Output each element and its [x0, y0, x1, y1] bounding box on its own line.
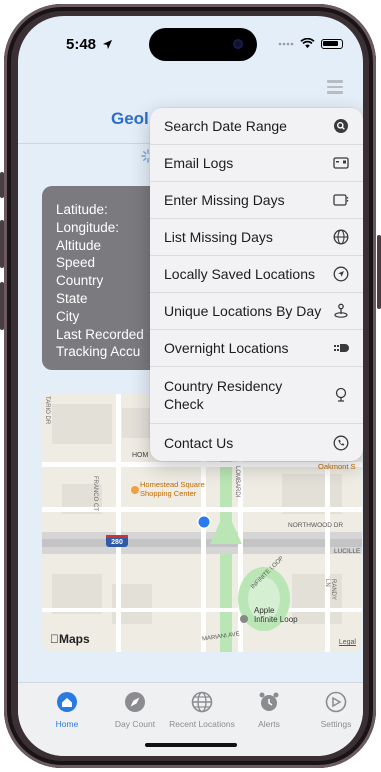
menu-item-list-missing-days[interactable]: List Missing Days: [150, 219, 363, 256]
menu-item-label: Overnight Locations: [164, 340, 289, 356]
calendar-icon: [333, 194, 349, 206]
tab-settings-label: Settings: [320, 719, 352, 729]
menu-item-locally-saved-locations[interactable]: Locally Saved Locations: [150, 256, 363, 293]
menu-item-label: Unique Locations By Day: [164, 303, 322, 319]
homestead-line2: Shopping Center: [140, 489, 197, 498]
tab-home[interactable]: Home: [32, 691, 102, 729]
interstate-shield-label: 280: [111, 539, 123, 546]
volume-up-button: [0, 220, 4, 268]
apple-line1: Apple: [254, 606, 275, 615]
tab-home-label: Home: [55, 719, 79, 729]
location-icon: [333, 266, 349, 282]
country-label: Country: [56, 273, 104, 289]
menu-item-label: Search Date Range: [164, 118, 287, 134]
front-camera: [233, 39, 243, 49]
dropdown-menu: Search Date Range Email Logs Enter Missi…: [150, 108, 363, 461]
homestead-line1: Homestead Square: [140, 480, 205, 489]
altitude-label: Altitude: [56, 237, 102, 253]
tab-day-count[interactable]: Day Count: [100, 691, 170, 729]
maps-logo: Maps: [50, 632, 90, 646]
apple-line2: Infinite Loop: [254, 615, 298, 624]
menu-item-label: Country Residency Check: [164, 378, 283, 412]
status-time-text: 5:48: [66, 36, 97, 53]
map-label-tario: TARIO DR: [44, 396, 50, 425]
menu-button[interactable]: [327, 80, 343, 97]
cellular-icon: [278, 42, 294, 45]
menu-item-email-logs[interactable]: Email Logs: [150, 145, 363, 182]
location-arrow-icon: [103, 39, 113, 50]
map-label-lombardi: LOMBARDI: [234, 466, 240, 498]
menu-item-contact-us[interactable]: Contact Us: [150, 424, 363, 461]
legal-link[interactable]: Legal: [339, 639, 356, 646]
menu-item-country-residency-check[interactable]: Country Residency Check: [150, 367, 363, 424]
map-label-lucille: LUCILLE: [334, 548, 361, 555]
menu-item-search-date-range[interactable]: Search Date Range: [150, 108, 363, 145]
compass-icon: [125, 692, 145, 712]
menu-item-label: Locally Saved Locations: [164, 266, 315, 282]
menu-item-label: Contact Us: [164, 434, 234, 451]
tab-day-count-label: Day Count: [114, 719, 156, 729]
status-indicators: [278, 38, 343, 49]
phone-icon: [333, 435, 349, 450]
status-time: 5:48: [66, 36, 113, 53]
map-label-francoct: FRANCO CT: [92, 476, 98, 511]
dynamic-island: [149, 28, 257, 61]
pin-icon: [334, 303, 348, 318]
latitude-label: Latitude:: [56, 202, 108, 217]
page-title: Geol: [111, 109, 149, 128]
bed-icon: [334, 344, 349, 352]
screen: 5:48 Geol Latitude: Longitude: Altitude …: [18, 16, 363, 756]
menu-item-label: List Missing Days: [164, 229, 273, 245]
settings-icon: [325, 691, 347, 713]
map-label-northwood: NORTHWOOD DR: [288, 522, 344, 529]
battery-icon: [321, 38, 343, 49]
map-label-homestead: Homestead Square Shopping Center: [140, 480, 205, 498]
info-lines: Latitude: Longitude: Altitude Speed Coun…: [56, 201, 144, 361]
apple-logo-icon: : [50, 632, 59, 646]
action-button: [0, 172, 4, 198]
home-indicator[interactable]: [145, 743, 237, 747]
menu-item-unique-locations-by-day[interactable]: Unique Locations By Day: [150, 293, 363, 330]
tab-recent-locations[interactable]: Recent Locations: [167, 691, 237, 729]
menu-item-enter-missing-days[interactable]: Enter Missing Days: [150, 182, 363, 219]
map-label-hom: HOM: [132, 452, 149, 459]
menu-item-label: Email Logs: [164, 155, 234, 171]
tab-settings[interactable]: Settings: [301, 691, 363, 729]
tracking-accuracy-label: Tracking Accu: [56, 344, 141, 360]
tab-alerts[interactable]: Alerts: [234, 691, 304, 729]
tab-alerts-label: Alerts: [258, 719, 280, 729]
state-label: State: [56, 290, 88, 306]
home-icon: [57, 692, 77, 712]
globe-icon: [333, 229, 349, 245]
last-recorded-label: Last Recorded: [56, 326, 144, 342]
maps-brand-text: Maps: [50, 632, 90, 646]
power-button: [377, 235, 381, 309]
map-label-oakmont: Oakmont S: [318, 462, 356, 471]
volume-down-button: [0, 282, 4, 330]
email-icon: [333, 157, 349, 169]
globe-icon: [191, 691, 213, 713]
search-icon: [334, 119, 348, 133]
tab-bar: Home Day Count Recent Locations Alerts S…: [18, 682, 363, 756]
city-label: City: [56, 308, 80, 324]
map-label-randy: RANDY LN: [324, 579, 336, 600]
map-label-apple: Apple Infinite Loop: [254, 606, 298, 624]
longitude-label: Longitude:: [56, 219, 120, 235]
speed-label: Speed: [56, 255, 96, 271]
wifi-icon: [300, 38, 315, 49]
menu-item-overnight-locations[interactable]: Overnight Locations: [150, 330, 363, 367]
menu-item-label: Enter Missing Days: [164, 192, 285, 208]
tab-recent-locations-label: Recent Locations: [169, 719, 235, 729]
microphone-icon: [335, 387, 347, 402]
alarm-icon: [259, 692, 279, 711]
